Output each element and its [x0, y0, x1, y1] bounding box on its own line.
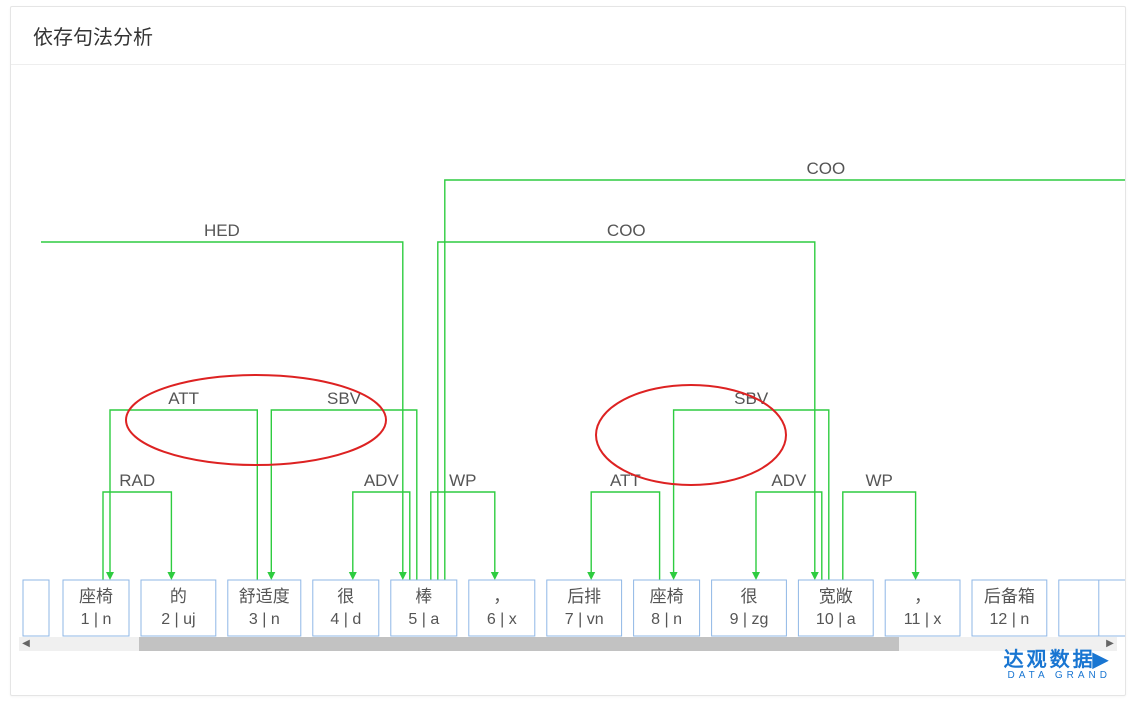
annotation-ellipse	[126, 375, 386, 465]
token-meta: 2 | uj	[161, 611, 195, 628]
token-word: 后排	[567, 587, 601, 606]
token-word: 的	[170, 587, 187, 606]
scroll-left-button[interactable]: ◀	[19, 637, 33, 651]
arc-label: WP	[866, 471, 893, 490]
token-word: 舒适度	[239, 587, 290, 606]
token-meta: 1 | n	[81, 611, 112, 628]
arc-label: WP	[449, 471, 476, 490]
arc-label: HED	[204, 221, 240, 240]
token-meta: 4 | d	[330, 611, 361, 628]
arc-label: ATT	[610, 471, 641, 490]
token-meta: 12 | n	[990, 611, 1030, 628]
token-word: 座椅	[650, 587, 684, 606]
arc-label: RAD	[119, 471, 155, 490]
token-word: 棒	[415, 587, 432, 606]
token-meta: 9 | zg	[730, 611, 769, 628]
token-meta: 11 | x	[904, 611, 942, 628]
token-word: ，	[914, 587, 931, 606]
watermark-arrow-icon: ▶	[1093, 649, 1111, 671]
token-word: 很	[741, 587, 758, 606]
token-meta: 10 | a	[816, 611, 856, 628]
token-meta: 6 | x	[487, 611, 517, 628]
card-body: RADATTSBVADVWPHEDATTSBVADVWPCOOCOO 座椅1 |…	[11, 65, 1125, 685]
dependency-parse-card: 依存句法分析 RADATTSBVADVWPHEDATTSBVADVWPCOOCO…	[10, 6, 1126, 696]
horizontal-scrollbar[interactable]: ◀ ▶	[19, 637, 1117, 651]
token-word: 座椅	[79, 587, 113, 606]
token-word: ，	[493, 587, 510, 606]
token-word: 很	[337, 587, 354, 606]
scroll-thumb[interactable]	[139, 637, 899, 651]
arc-label: COO	[807, 159, 846, 178]
arc-label: ATT	[168, 389, 199, 408]
watermark-en: DATA GRAND	[1004, 670, 1111, 681]
arc-label: ADV	[771, 471, 807, 490]
token-meta: 7 | vn	[565, 611, 604, 628]
token-meta: 3 | n	[249, 611, 280, 628]
watermark-logo: 达观数据▶ DATA GRAND	[1004, 650, 1111, 681]
annotation-ellipse	[596, 385, 786, 485]
token-meta: 8 | n	[651, 611, 682, 628]
arc-label: COO	[607, 221, 646, 240]
token-word: 后备箱	[984, 587, 1035, 606]
watermark-cn: 达观数据	[1004, 649, 1096, 671]
card-title: 依存句法分析	[11, 7, 1125, 65]
token-meta: 5 | a	[408, 611, 439, 628]
dependency-diagram: RADATTSBVADVWPHEDATTSBVADVWPCOOCOO 座椅1 |…	[11, 65, 1125, 655]
diagram-viewport: RADATTSBVADVWPHEDATTSBVADVWPCOOCOO 座椅1 |…	[11, 65, 1125, 655]
arc-label: ADV	[364, 471, 400, 490]
token-word: 宽敞	[819, 587, 853, 606]
